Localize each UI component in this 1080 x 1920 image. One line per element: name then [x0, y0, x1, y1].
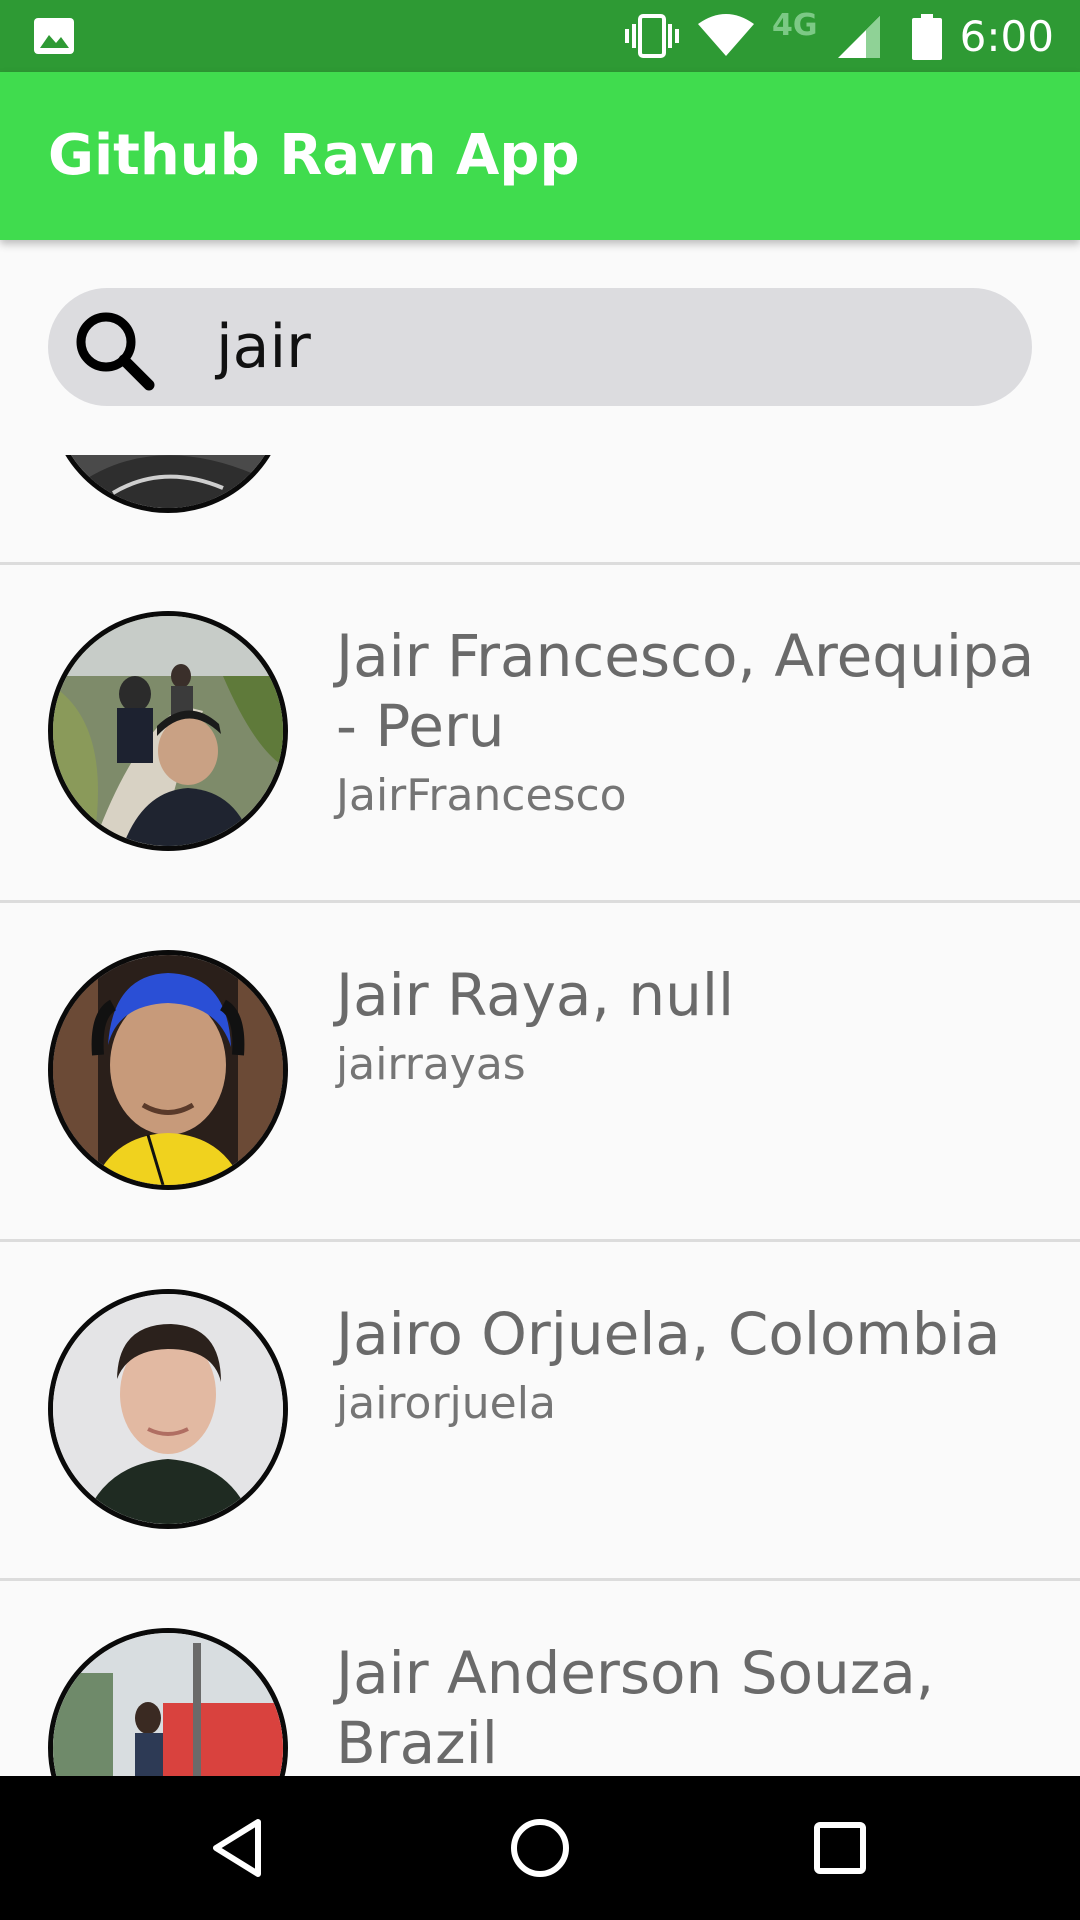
app-bar: Github Ravn App — [0, 72, 1080, 240]
result-text: Jair Raya, null jairrayas — [336, 960, 1066, 1100]
avatar — [48, 1289, 288, 1529]
result-name: Jair Anderson Souza, Brazil — [336, 1639, 935, 1777]
app-screen: 4G 6:00 Github Ravn App jair Jair France… — [0, 0, 1080, 1920]
search-icon — [64, 304, 164, 399]
avatar — [48, 950, 288, 1190]
list-item[interactable]: Jair Francesco, Arequipa - Peru JairFran… — [0, 565, 1080, 903]
search-input[interactable]: jair — [48, 288, 1032, 406]
result-login: jairorjuela — [336, 1378, 556, 1429]
result-login: JairFrancesco — [336, 770, 627, 821]
navigation-bar — [0, 1776, 1080, 1920]
result-login: jairrayas — [336, 1039, 526, 1090]
recents-icon[interactable] — [800, 1808, 880, 1893]
list-item[interactable]: Jair Raya, null jairrayas — [0, 904, 1080, 1242]
result-name: Jair Raya, null — [336, 961, 735, 1029]
result-text: Jair Francesco, Arequipa - Peru JairFran… — [336, 621, 1066, 831]
app-title: Github Ravn App — [48, 123, 580, 188]
home-icon[interactable] — [500, 1808, 580, 1893]
result-text: Jairo Orjuela, Colombia jairorjuela — [336, 1299, 1066, 1439]
search-query[interactable]: jair — [216, 314, 311, 380]
result-name: Jair Francesco, Arequipa - Peru — [336, 622, 1035, 760]
back-icon[interactable] — [200, 1808, 280, 1893]
list-item[interactable]: Jairo Orjuela, Colombia jairorjuela — [0, 1243, 1080, 1581]
avatar — [48, 611, 288, 851]
search-area: jair — [0, 240, 1080, 455]
result-name: Jairo Orjuela, Colombia — [336, 1300, 1001, 1368]
